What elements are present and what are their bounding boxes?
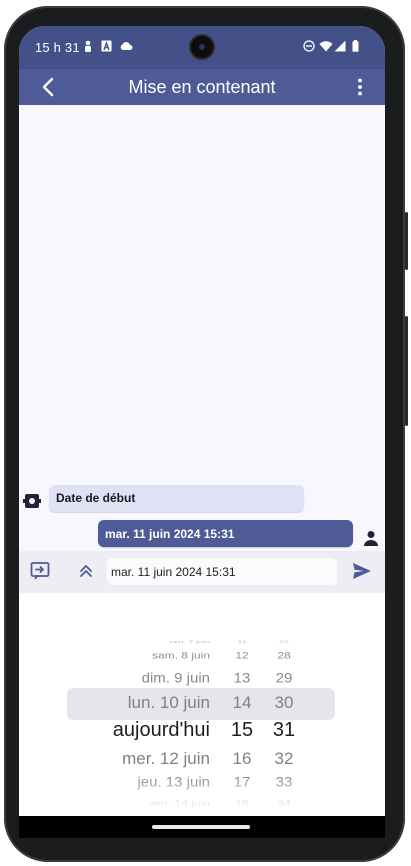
picker-hour: 16 [232,748,252,768]
home-gesture-bar[interactable] [152,825,250,829]
user-avatar-icon [364,531,378,546]
picker-fade-top [19,593,385,643]
picker-row[interactable]: lun. 10 juin 14 30 [19,693,385,714]
dnd-icon [303,40,315,52]
picker-row-selected[interactable]: aujourd'hui 15 31 [19,719,385,743]
battery-icon [352,40,359,52]
incoming-message-text: Date de début [56,491,136,505]
wifi-icon [319,41,333,52]
picker-minute: 30 [274,692,294,712]
front-camera [191,36,213,58]
person-icon [85,40,91,52]
more-vert-icon[interactable] [355,77,365,97]
message-input[interactable]: mar. 11 juin 2024 15:31 [107,558,337,585]
picker-minute: 31 [272,719,296,741]
picker-minute: 29 [275,670,293,686]
signal-icon [334,40,346,52]
page-title: Mise en contenant [128,77,276,97]
status-bar: 15 h 31 [19,26,385,69]
send-icon[interactable] [351,560,373,582]
expand-up-icon[interactable] [75,560,97,582]
input-bar: mar. 11 juin 2024 15:31 [19,551,385,593]
outgoing-message-text: mar. 11 juin 2024 15:31 [105,527,235,541]
picker-day: lun. 10 juin [127,692,210,712]
picker-hour: 14 [232,692,252,712]
picker-fade-bottom [19,776,385,816]
picker-row[interactable]: mer. 12 juin 16 32 [19,749,385,770]
picker-minute: 28 [277,649,291,661]
bot-avatar-icon [23,494,41,508]
picker-day: dim. 9 juin [141,670,210,686]
status-time: 15 h 31 [35,40,80,55]
chat-area[interactable]: Date de début mar. 11 juin 2024 15:31 [19,105,385,551]
message-input-value: mar. 11 juin 2024 15:31 [111,565,236,579]
picker-day: mer. 12 juin [122,748,210,768]
volume-button [405,316,408,426]
cloud-icon [120,42,133,50]
picker-row[interactable]: sam. 8 juin 12 28 [19,650,385,663]
app-bar: Mise en contenant [19,69,385,105]
navigation-bar [19,816,385,838]
power-button [405,212,408,270]
picker-hour: 12 [235,649,249,661]
picker-day: sam. 8 juin [151,649,210,661]
incoming-message: Date de début [49,485,304,512]
picker-minute: 32 [274,748,294,768]
picker-hour: 15 [230,719,254,741]
outgoing-message: mar. 11 juin 2024 15:31 [98,520,353,547]
a-badge-icon [101,40,112,52]
picker-hour: 13 [233,670,251,686]
date-time-picker[interactable]: ven. 7 juin1127sam. 8 juin1228dim. 9 jui… [19,593,385,816]
picker-row[interactable]: dim. 9 juin 13 29 [19,670,385,687]
screen: 15 h 31 Mise en contenant Date de début … [19,26,385,816]
picker-day: aujourd'hui [112,719,210,741]
input-mode-icon[interactable] [29,560,51,582]
